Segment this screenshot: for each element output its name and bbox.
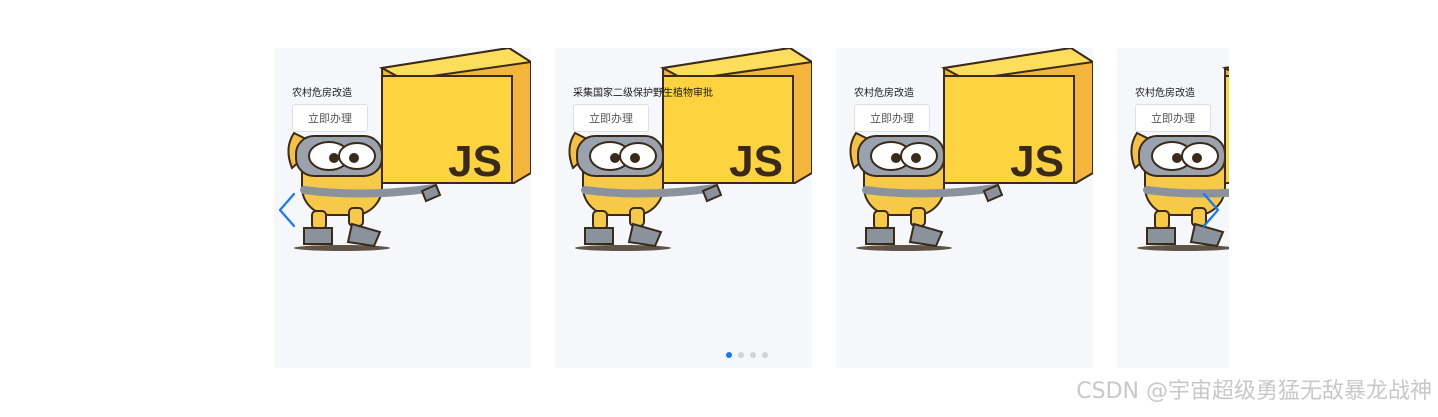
js-mascot-image: JS <box>287 48 531 251</box>
pagination-dot[interactable] <box>762 352 768 358</box>
carousel-slide[interactable]: JS 采集国家二级保护野生植物审批 立即办理 <box>555 48 812 368</box>
carousel: JS 农村危房改造 立即办理 JS 采集国家二级保护野生植物审批 立即办理 JS… <box>274 48 1229 368</box>
slide-title: 农村危房改造 <box>854 88 914 99</box>
svg-text:JS: JS <box>1010 137 1064 186</box>
chevron-right-icon <box>1202 192 1220 228</box>
slide-title: 农村危房改造 <box>292 88 352 99</box>
carousel-slide[interactable]: JS 农村危房改造 立即办理 <box>274 48 531 368</box>
svg-text:JS: JS <box>448 137 502 186</box>
watermark: CSDN @宇宙超级勇猛无敌暴龙战神 <box>1076 379 1432 404</box>
pagination-dot[interactable] <box>738 352 744 358</box>
apply-now-button[interactable]: 立即办理 <box>854 104 930 132</box>
slide-title: 农村危房改造 <box>1135 88 1195 99</box>
apply-now-button[interactable]: 立即办理 <box>292 104 368 132</box>
carousel-prev-button[interactable] <box>276 191 298 229</box>
carousel-next-button[interactable] <box>1200 191 1222 229</box>
pagination-dot[interactable] <box>750 352 756 358</box>
svg-text:JS: JS <box>729 137 783 186</box>
slide-title: 采集国家二级保护野生植物审批 <box>573 88 713 99</box>
apply-now-button[interactable]: 立即办理 <box>1135 104 1211 132</box>
js-mascot-image: JS <box>568 48 812 251</box>
carousel-slide[interactable]: JS 农村危房改造 立即办理 <box>836 48 1093 368</box>
pagination-dot[interactable] <box>726 352 732 358</box>
chevron-left-icon <box>278 192 296 228</box>
carousel-track: JS 农村危房改造 立即办理 JS 采集国家二级保护野生植物审批 立即办理 JS… <box>274 48 1229 368</box>
js-mascot-image: JS <box>849 48 1093 251</box>
apply-now-button[interactable]: 立即办理 <box>573 104 649 132</box>
